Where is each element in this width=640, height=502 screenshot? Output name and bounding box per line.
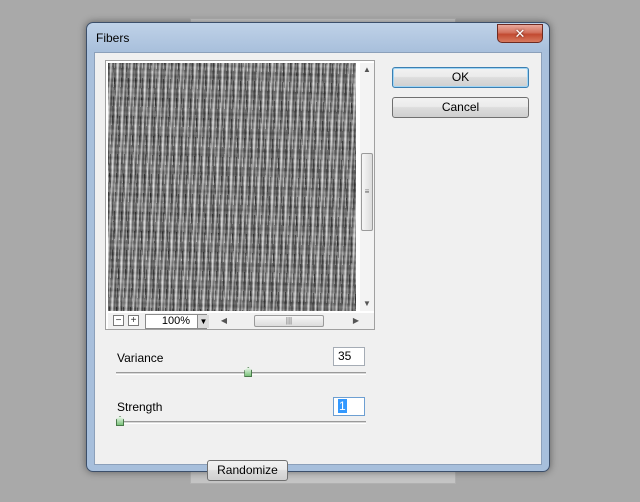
zoom-dropdown-button[interactable]: ▼ (197, 315, 209, 328)
horizontal-scroll-thumb[interactable]: ||| (254, 315, 324, 327)
zoom-level-value: 100% (161, 315, 191, 327)
title-bar[interactable]: Fibers ✕ (87, 23, 549, 51)
minus-icon: − (115, 315, 122, 326)
zoom-out-button[interactable]: − (113, 315, 124, 326)
strength-input[interactable]: 1 (333, 397, 365, 416)
fibers-dialog: Fibers ✕ ▲ ≡ ▼ − + 100% ▼ ◀ ||| ▶ OK Can… (86, 22, 550, 481)
variance-slider-track[interactable] (116, 372, 366, 375)
cancel-button[interactable]: Cancel (392, 97, 529, 118)
dialog-title: Fibers (96, 31, 130, 45)
variance-label: Variance (117, 351, 164, 365)
close-icon: ✕ (514, 26, 526, 41)
variance-slider-thumb[interactable] (244, 367, 253, 377)
strength-value: 1 (338, 399, 347, 413)
close-button[interactable]: ✕ (497, 24, 543, 43)
preview-horizontal-scrollbar[interactable]: ◀ ||| ▶ (218, 314, 362, 328)
preview-toolbar: − + 100% ▼ ◀ ||| ▶ (108, 313, 374, 329)
variance-value: 35 (338, 349, 352, 363)
plus-icon: + (130, 315, 137, 326)
variance-input[interactable]: 35 (333, 347, 365, 366)
strength-label: Strength (117, 400, 163, 414)
vertical-scroll-thumb[interactable]: ≡ (361, 153, 373, 231)
strength-slider-track[interactable] (116, 421, 366, 424)
ok-button[interactable]: OK (392, 67, 529, 88)
strength-slider-thumb[interactable] (116, 416, 124, 426)
scroll-left-arrow-icon[interactable]: ◀ (218, 314, 230, 328)
scroll-down-arrow-icon[interactable]: ▼ (360, 297, 374, 311)
zoom-in-button[interactable]: + (128, 315, 139, 326)
scroll-right-arrow-icon[interactable]: ▶ (350, 314, 362, 328)
fibers-preview-image[interactable] (108, 63, 356, 311)
randomize-button[interactable]: Randomize (207, 460, 288, 481)
dialog-body: ▲ ≡ ▼ − + 100% ▼ ◀ ||| ▶ OK Cancel Varia… (94, 52, 542, 481)
preview-vertical-scrollbar[interactable]: ▲ ≡ ▼ (360, 63, 374, 311)
preview-panel: ▲ ≡ ▼ − + 100% ▼ ◀ ||| ▶ (105, 60, 375, 330)
scroll-up-arrow-icon[interactable]: ▲ (360, 63, 374, 77)
chevron-down-icon: ▼ (199, 317, 208, 326)
